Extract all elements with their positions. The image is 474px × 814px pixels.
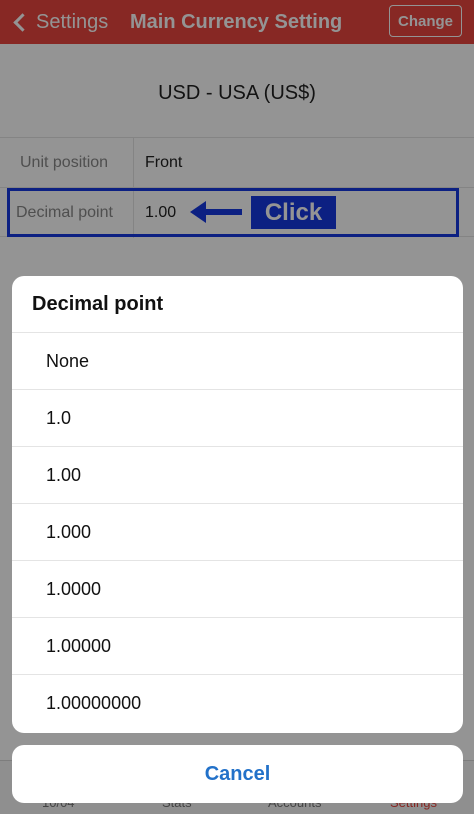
option-1-decimal[interactable]: 1.0 <box>12 390 463 447</box>
decimal-point-sheet: Decimal point None 1.0 1.00 1.000 1.0000… <box>12 276 463 733</box>
option-5-decimals[interactable]: 1.00000 <box>12 618 463 675</box>
sheet-title: Decimal point <box>12 276 463 333</box>
screen: Settings Main Currency Setting Change US… <box>0 0 474 814</box>
cancel-button[interactable]: Cancel <box>12 745 463 803</box>
option-2-decimals[interactable]: 1.00 <box>12 447 463 504</box>
option-8-decimals[interactable]: 1.00000000 <box>12 675 463 732</box>
option-4-decimals[interactable]: 1.0000 <box>12 561 463 618</box>
option-none[interactable]: None <box>12 333 463 390</box>
option-3-decimals[interactable]: 1.000 <box>12 504 463 561</box>
